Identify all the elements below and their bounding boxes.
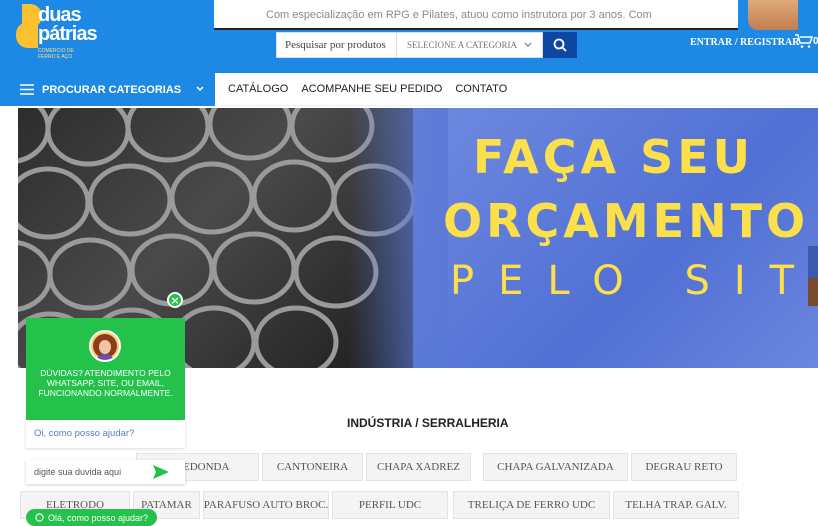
- category-chip[interactable]: PERFIL UDC: [332, 491, 448, 519]
- category-chip[interactable]: DEGRAU RETO: [631, 453, 737, 481]
- top-notice: Com especialização em RPG e Pilates, atu…: [214, 0, 738, 30]
- category-chip[interactable]: CANTONEIRA: [262, 453, 363, 481]
- side-tab-blue[interactable]: [808, 246, 818, 278]
- send-icon[interactable]: [152, 464, 170, 480]
- chevron-down-icon: [524, 42, 532, 47]
- category-select-label: SELECIONE A CATEGORIA: [407, 40, 517, 50]
- whatsapp-icon: [35, 513, 44, 522]
- search-button[interactable]: [543, 32, 577, 58]
- category-chip[interactable]: TELHA TRAP. GALV.: [613, 491, 739, 519]
- category-select[interactable]: SELECIONE A CATEGORIA: [397, 32, 543, 58]
- search-icon: [553, 38, 567, 52]
- category-chip[interactable]: CHAPA XADREZ: [366, 453, 471, 481]
- close-icon[interactable]: ×: [167, 292, 183, 308]
- profile-photo: [748, 0, 798, 30]
- search-bar: Pesquisar por produtos SELECIONE A CATEG…: [276, 32, 577, 58]
- chat-prompt[interactable]: Oi, como posso ajudar?: [26, 420, 185, 448]
- category-chip[interactable]: PARAFUSO AUTO BROC.: [203, 491, 329, 519]
- browse-categories-label: PROCURAR CATEGORIAS: [42, 83, 182, 96]
- browse-categories-button[interactable]: PROCURAR CATEGORIAS: [0, 73, 215, 106]
- whatsapp-chat-label: Olá, como posso ajudar?: [48, 512, 149, 523]
- logo-text-line2: pátrias: [38, 23, 98, 45]
- main-nav: PROCURAR CATEGORIAS CATÁLOGO ACOMPANHE S…: [0, 73, 818, 106]
- nav-link-contato[interactable]: CONTATO: [455, 83, 507, 95]
- avatar-face: [99, 340, 111, 354]
- banner-line1: FAÇA SEU: [473, 130, 755, 184]
- menu-icon: [20, 84, 34, 95]
- category-chip[interactable]: TRELIÇA DE FERRO UDC: [453, 491, 610, 519]
- site-header: duas pátrias COMERCIO DE FERRO E AÇO Com…: [0, 0, 818, 73]
- side-tab-brown[interactable]: [808, 278, 818, 306]
- cart-count: 0: [813, 36, 818, 47]
- search-input[interactable]: Pesquisar por produtos: [276, 32, 397, 58]
- login-register-link[interactable]: ENTRAR / REGISTRAR: [690, 37, 799, 48]
- section-title: INDÚSTRIA / SERRALHERIA: [347, 416, 509, 430]
- nav-links: CATÁLOGO ACOMPANHE SEU PEDIDO CONTATO: [228, 83, 507, 95]
- logo[interactable]: duas pátrias COMERCIO DE FERRO E AÇO: [16, 4, 128, 68]
- chat-agent-avatar: [89, 330, 121, 362]
- logo-mark-bottom: [16, 22, 38, 48]
- whatsapp-chat-button[interactable]: Olá, como posso ajudar?: [26, 509, 158, 526]
- logo-tagline: COMERCIO DE FERRO E AÇO: [38, 48, 74, 60]
- banner-line2: ORÇAMENTO: [443, 194, 810, 248]
- category-chip[interactable]: CHAPA GALVANIZADA: [483, 453, 628, 481]
- nav-link-acompanhe-pedido[interactable]: ACOMPANHE SEU PEDIDO: [301, 83, 442, 95]
- banner-line3: PELO SITE: [450, 258, 818, 304]
- cart-icon[interactable]: [794, 33, 814, 49]
- chat-message: DÚVIDAS? ATENDIMENTO PELO WHATSAPP, SITE…: [38, 368, 173, 398]
- nav-link-catalogo[interactable]: CATÁLOGO: [228, 83, 288, 95]
- banner-fade: [348, 108, 448, 368]
- chevron-down-icon: [196, 86, 204, 92]
